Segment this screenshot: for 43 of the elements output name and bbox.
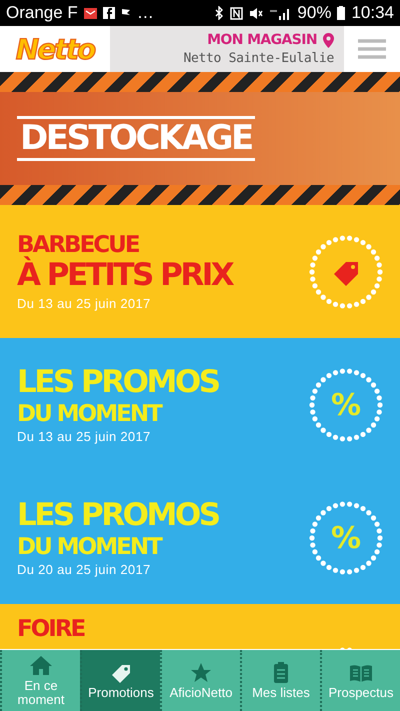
nav-tab[interactable]: Prospectus bbox=[320, 650, 400, 711]
promo-dates: Du 13 au 25 juin 2017 bbox=[17, 296, 152, 312]
promo-title: À PETITS PRIX bbox=[17, 258, 232, 294]
promo-title: LES PROMOS bbox=[17, 498, 219, 534]
more-notifications: … bbox=[136, 3, 154, 23]
menu-icon bbox=[358, 39, 386, 59]
promo-title: DU MOMENT bbox=[17, 400, 161, 428]
battery-icon bbox=[337, 6, 346, 20]
nav-tab[interactable]: AficioNetto bbox=[160, 650, 240, 711]
muted-speaker-icon bbox=[249, 6, 264, 20]
promo-card[interactable]: LES PROMOS DU MOMENT Du 13 au 25 juin 2017 % bbox=[0, 338, 400, 471]
promo-card[interactable]: LES PROMOS DU MOMENT Du 20 au 25 juin 2017 % bbox=[0, 471, 400, 604]
percent-symbol: % bbox=[330, 520, 362, 556]
promo-dates: Du 13 au 25 juin 2017 bbox=[17, 429, 152, 444]
bluetooth-icon bbox=[215, 6, 224, 20]
promo-card[interactable]: BARBECUE À PETITS PRIX Du 13 au 25 juin 2017 bbox=[0, 205, 400, 338]
promo-dates: Du 20 au 25 juin 2017 bbox=[17, 562, 152, 578]
promo-title: DU MOMENT bbox=[17, 534, 161, 560]
menu-button[interactable] bbox=[344, 26, 400, 72]
signal-icon bbox=[269, 6, 292, 20]
star-icon bbox=[189, 660, 213, 684]
mail-icon bbox=[84, 8, 97, 18]
promo-title: FOIRE bbox=[17, 616, 84, 642]
destockage-banner[interactable]: DESTOCKAGE bbox=[0, 92, 400, 185]
nav-tab[interactable]: Mes listes bbox=[240, 650, 320, 711]
netto-logo[interactable]: Netto bbox=[0, 26, 110, 72]
store-name[interactable]: Netto Sainte-Eulalie bbox=[183, 51, 334, 66]
location-pin-icon bbox=[323, 32, 334, 48]
home-icon bbox=[29, 654, 53, 677]
nfc-icon bbox=[230, 6, 244, 20]
clock-time: 10:34 bbox=[351, 3, 394, 23]
nav-tab[interactable]: Promotions bbox=[80, 650, 160, 711]
promo-card[interactable]: FOIRE bbox=[0, 604, 400, 649]
percent-symbol: % bbox=[330, 388, 362, 422]
price-tag-icon bbox=[308, 234, 384, 310]
facebook-icon bbox=[102, 7, 115, 19]
battery-percent: 90% bbox=[297, 3, 332, 23]
store-label[interactable]: MON MAGASIN bbox=[207, 32, 317, 48]
dotted-circle-icon bbox=[308, 366, 384, 442]
banner-title: DESTOCKAGE bbox=[17, 116, 255, 162]
carrier-name: Orange F bbox=[6, 3, 78, 23]
dotted-circle-icon bbox=[308, 500, 384, 576]
promo-title: LES PROMOS bbox=[17, 364, 219, 401]
